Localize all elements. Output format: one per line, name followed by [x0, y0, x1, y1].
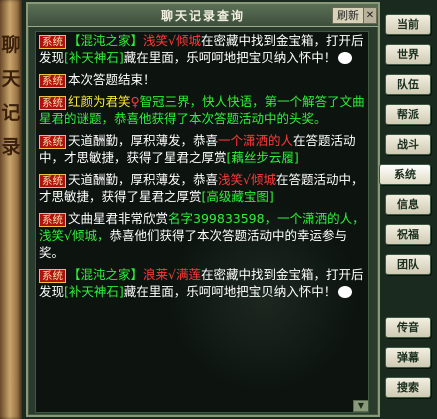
tab-battle[interactable]: 战斗 [385, 134, 431, 155]
system-tag: 系统 [39, 96, 66, 110]
system-tag: 系统 [39, 174, 66, 188]
title-bar[interactable]: 聊天记录查询 刷新 ✕ [28, 4, 378, 27]
channel-tabs: 当前世界队伍帮派战斗系统信息祝福团队传音弹幕搜索 [379, 14, 435, 407]
message-text: 本次答题结束！ [68, 72, 156, 87]
message-text: 文曲星君非常欣赏 [68, 211, 169, 226]
message-text: [藕丝步云履] [226, 150, 299, 165]
window-title: 聊天记录查询 [160, 9, 245, 23]
chat-message: 系统 天道酬勤，厚积薄发，恭喜一个潇洒的人在答题活动中，才思敏捷，获得了星君之厚赏… [36, 132, 368, 166]
tab-search[interactable]: 搜索 [385, 377, 431, 398]
tab-group[interactable]: 团队 [385, 254, 431, 275]
system-tag: 系统 [39, 74, 66, 88]
chat-message: 系统 红颜为君笑♀智冠三界，快人快语，第一个解答了文曲星君的谜题，恭喜他获得了本次… [36, 93, 368, 127]
message-text: [补天神石] [64, 50, 124, 65]
message-text: 天道酬勤，厚积薄发，恭喜 [68, 133, 219, 148]
message-text: 【混沌之家】 [68, 33, 144, 48]
scroll-decoration: 聊天记录 [0, 0, 22, 419]
tab-world[interactable]: 世界 [385, 44, 431, 65]
close-icon[interactable]: ✕ [363, 7, 377, 24]
refresh-button[interactable]: 刷新 [332, 7, 364, 24]
scroll-down-icon[interactable]: ▼ [353, 400, 368, 412]
message-text: 天道酬勤，厚积薄发，恭喜 [68, 172, 219, 187]
message-text: 藏在里面，乐呵呵地把宝贝纳入怀中！ [123, 284, 337, 299]
smiley-face-icon [338, 52, 353, 64]
scroll-decoration-char: 录 [1, 136, 21, 158]
tab-current[interactable]: 当前 [385, 14, 431, 35]
chat-message: 系统 文曲星君非常欣赏名字399833598，一个潇洒的人，浅笑√倾城，恭喜他们获… [36, 210, 368, 261]
scroll-decoration-char: 天 [1, 68, 21, 90]
tab-whisper[interactable]: 传音 [385, 317, 431, 338]
message-text: ♀ [130, 94, 140, 109]
chat-log[interactable]: 系统 【混沌之家】浅笑√倾城在密藏中找到金宝箱，打开后发现[补天神石]藏在里面，乐… [35, 31, 369, 413]
message-text: 浪莱√满莲 [143, 267, 201, 282]
message-text: [高级藏宝图] [201, 189, 274, 204]
tab-info[interactable]: 信息 [385, 194, 431, 215]
chat-message: 系统 【混沌之家】浅笑√倾城在密藏中找到金宝箱，打开后发现[补天神石]藏在里面，乐… [36, 32, 368, 66]
message-text: [补天神石] [64, 284, 124, 299]
tab-blessing[interactable]: 祝福 [385, 224, 431, 245]
smiley-face-icon [338, 286, 353, 298]
message-text: 一个潇洒的人 [218, 133, 294, 148]
system-tag: 系统 [39, 269, 66, 283]
chat-message: 系统 本次答题结束！ [36, 71, 368, 88]
chat-message: 系统 天道酬勤，厚积薄发，恭喜浅笑√倾城在答题活动中，才思敏捷，获得了星君之厚赏[… [36, 171, 368, 205]
message-text: 【混沌之家】 [68, 267, 144, 282]
tab-barrage[interactable]: 弹幕 [385, 347, 431, 368]
tab-system[interactable]: 系统 [379, 164, 431, 185]
tab-team[interactable]: 队伍 [385, 74, 431, 95]
message-text: 浅笑√倾城 [143, 33, 201, 48]
system-tag: 系统 [39, 135, 66, 149]
system-tag: 系统 [39, 35, 66, 49]
message-text: 红颜为君笑 [68, 94, 131, 109]
system-tag: 系统 [39, 213, 66, 227]
scroll-decoration-char: 聊 [1, 34, 21, 56]
scroll-decoration-char: 记 [1, 102, 21, 124]
message-text: 浅笑√倾城 [218, 172, 276, 187]
chat-message: 系统 【混沌之家】浪莱√满莲在密藏中找到金宝箱，打开后发现[补天神石]藏在里面，乐… [36, 266, 368, 300]
scroll-decoration-text: 聊天记录 [0, 28, 22, 164]
message-text: 藏在里面，乐呵呵地把宝贝纳入怀中！ [123, 50, 337, 65]
tab-guild[interactable]: 帮派 [385, 104, 431, 125]
chat-history-window: 聊天记录查询 刷新 ✕ 系统 【混沌之家】浅笑√倾城在密藏中找到金宝箱，打开后发现… [26, 2, 380, 417]
